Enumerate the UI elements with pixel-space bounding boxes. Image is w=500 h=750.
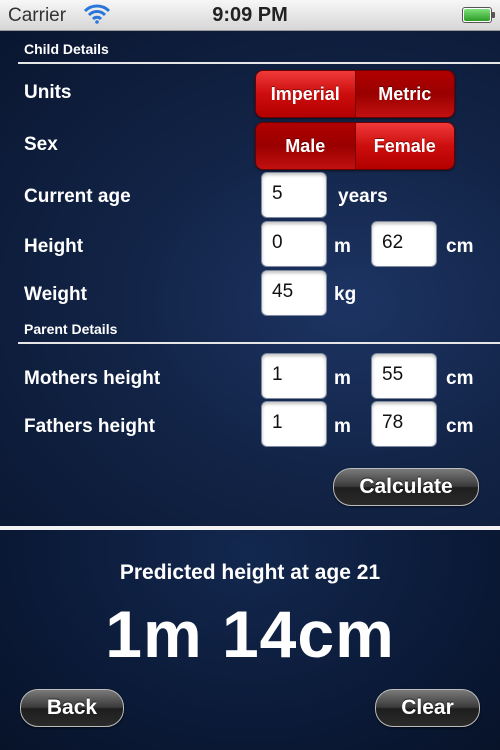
sex-label: Sex: [24, 134, 58, 155]
mothers-height-label: Mothers height: [24, 368, 161, 389]
sex-option-female[interactable]: Female: [354, 123, 454, 169]
sex-segmented-control[interactable]: Male Female: [255, 122, 455, 170]
fathers-height-m-input[interactable]: 1: [261, 401, 327, 447]
back-button[interactable]: Back: [20, 689, 124, 727]
status-time: 9:09 PM: [212, 4, 288, 26]
height-m-input[interactable]: 0: [261, 221, 327, 267]
mothers-height-m-input[interactable]: 1: [261, 353, 327, 399]
height-cm-unit: cm: [446, 236, 474, 257]
fathers-height-m-unit: m: [334, 416, 351, 437]
parent-details-divider: [18, 342, 500, 344]
current-age-unit: years: [338, 186, 388, 207]
mothers-height-cm-input[interactable]: 55: [371, 353, 437, 399]
units-option-imperial[interactable]: Imperial: [256, 71, 355, 117]
height-label: Height: [24, 236, 84, 257]
clear-button[interactable]: Clear: [375, 689, 480, 727]
battery-icon: [462, 7, 495, 23]
weight-input[interactable]: 45: [261, 270, 327, 316]
units-segmented-control[interactable]: Imperial Metric: [255, 70, 455, 118]
status-bar: Carrier 9:09 PM: [0, 0, 500, 31]
height-m-unit: m: [334, 236, 351, 257]
current-age-label: Current age: [24, 186, 131, 207]
current-age-input[interactable]: 5: [261, 172, 327, 218]
units-label: Units: [24, 82, 72, 103]
fathers-height-cm-unit: cm: [446, 416, 474, 437]
calculate-button[interactable]: Calculate: [333, 468, 479, 506]
result-label: Predicted height at age 21: [119, 561, 381, 584]
weight-label: Weight: [24, 284, 87, 305]
child-form-panel: Child Details Units Imperial Metric Sex …: [0, 31, 500, 526]
fathers-height-label: Fathers height: [24, 416, 155, 437]
units-option-metric[interactable]: Metric: [354, 71, 454, 117]
mothers-height-m-unit: m: [334, 368, 351, 389]
mothers-height-cm-unit: cm: [446, 368, 474, 389]
height-cm-input[interactable]: 62: [371, 221, 437, 267]
child-details-divider: [18, 62, 500, 64]
child-details-heading: Child Details: [24, 41, 109, 57]
predicted-height-value: 1m 14cm: [105, 597, 395, 671]
weight-unit: kg: [334, 284, 357, 305]
sex-option-male[interactable]: Male: [256, 123, 355, 169]
result-panel: Predicted height at age 21 1m 14cm Back …: [0, 530, 500, 750]
fathers-height-cm-input[interactable]: 78: [371, 401, 437, 447]
parent-details-heading: Parent Details: [24, 321, 118, 337]
